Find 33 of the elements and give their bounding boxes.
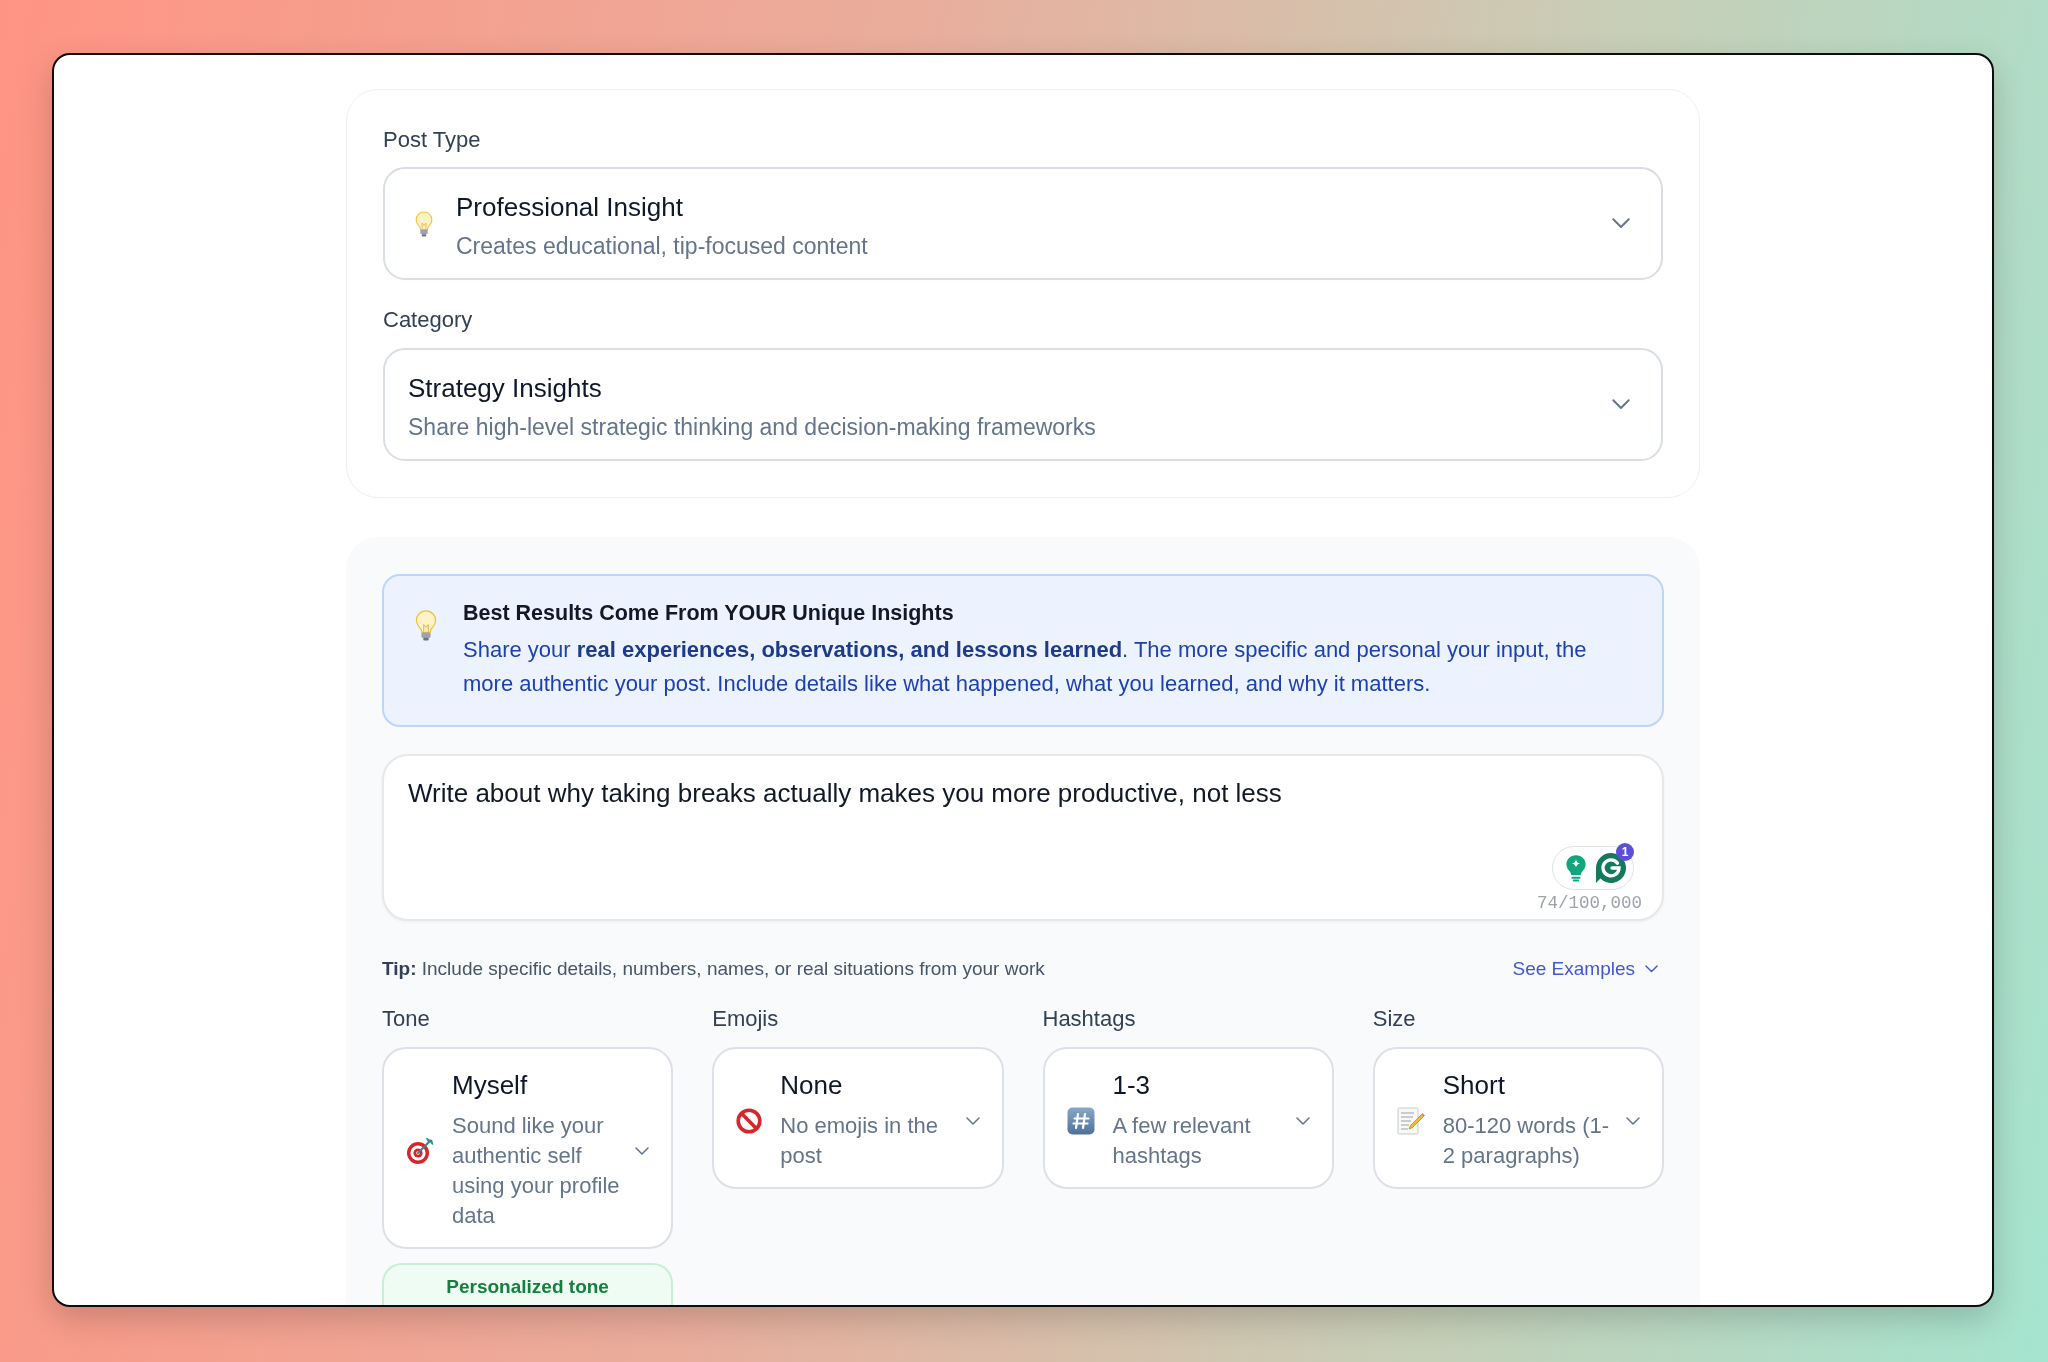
note-text: Personalized tone xyxy=(446,1276,609,1297)
chevron-down-icon xyxy=(1612,399,1630,410)
see-examples-link[interactable]: See Examples xyxy=(1512,957,1658,981)
field-label: Hashtags xyxy=(1042,1005,1137,1033)
callout-text: Share your real experiences, observations, and lessons learned. The more specific and personal your input, the more authentic your post. Include details like what happened, what you learned, and why it matters. xyxy=(463,636,1588,698)
chevron-down-icon xyxy=(1612,218,1630,229)
chevron-down-icon xyxy=(1626,1116,1640,1125)
field-label: Size xyxy=(1372,1005,1417,1033)
chevron-down-icon xyxy=(635,1146,650,1155)
option-select[interactable]: Short 80-120 words (1-2 paragraphs) xyxy=(1372,1047,1664,1189)
chevron-down-icon xyxy=(965,1116,980,1125)
category-select[interactable]: Strategy Insights Share high-level strategic thinking and decision-making frameworks xyxy=(383,348,1663,461)
assistant-widget[interactable]: 1 xyxy=(1552,846,1634,890)
callout-title: Best Results Come From YOUR Unique Insights xyxy=(463,600,955,627)
lightbulb-icon xyxy=(415,610,437,641)
chevron-down-icon xyxy=(1295,1116,1310,1125)
memo-pencil-icon xyxy=(1396,1106,1425,1135)
field-label: Category xyxy=(383,306,474,334)
sparkle-bulb-icon[interactable] xyxy=(1565,854,1587,882)
field-label: Emojis xyxy=(712,1005,780,1033)
lightbulb-icon xyxy=(415,210,433,237)
field-label: Post Type xyxy=(383,126,482,154)
post-type-select[interactable]: Professional Insight Creates educational, tip-focused content xyxy=(383,167,1663,280)
chevron-down-icon xyxy=(1645,965,1658,973)
option-select[interactable]: 1-3 A few relevant hashtags xyxy=(1042,1047,1334,1189)
character-counter: 74/100,000 xyxy=(1536,893,1642,913)
hash-key-icon xyxy=(1066,1106,1095,1135)
prohibited-icon xyxy=(736,1107,763,1134)
tip-text: Tip: Include specific details, numbers, names, or real situations from your work xyxy=(382,957,1045,981)
option-select[interactable]: None No emojis in the post xyxy=(712,1047,1004,1189)
option-select[interactable]: Myself Sound like your authentic self using your profile data xyxy=(382,1047,674,1249)
field-label: Tone xyxy=(382,1005,431,1033)
target-icon xyxy=(406,1136,434,1165)
